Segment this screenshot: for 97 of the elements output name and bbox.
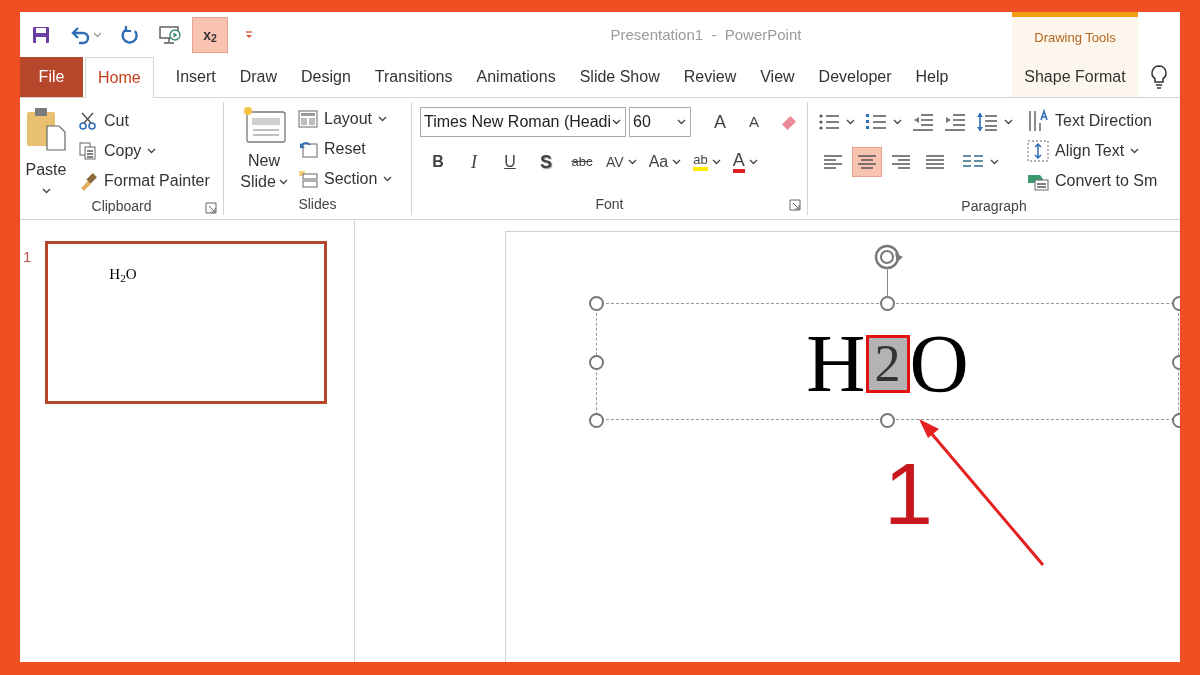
align-text-icon (1027, 140, 1049, 162)
monitor-play-icon (158, 24, 182, 46)
caret-icon (711, 159, 721, 165)
text-direction-button[interactable]: Text Direction (1027, 106, 1158, 136)
rotate-handle-icon[interactable] (872, 243, 904, 296)
ribbon-tab[interactable]: File (20, 57, 83, 97)
bold-button[interactable]: B (424, 147, 452, 177)
grow-button[interactable]: A (706, 107, 734, 137)
group-label: Paragraph (961, 197, 1027, 216)
italic-button[interactable]: I (460, 147, 488, 177)
underline-button[interactable]: U (496, 147, 524, 177)
align-text-button[interactable]: Align Text (1027, 136, 1158, 166)
caret-icon (677, 119, 686, 125)
caret-icon (627, 159, 637, 165)
align-left-icon (823, 154, 843, 170)
layout-button[interactable]: Layout (298, 104, 393, 134)
format-painter-button[interactable]: Format Painter (78, 166, 210, 196)
ribbon-tab[interactable]: Transitions (364, 57, 463, 97)
caret-icon (1004, 119, 1013, 125)
section-icon (298, 170, 318, 188)
scissors-icon (78, 111, 98, 131)
ribbon-tab[interactable]: Help (905, 57, 959, 97)
caret-icon (278, 178, 288, 185)
resize-handle[interactable] (880, 296, 895, 311)
slide-number: 1 (22, 247, 32, 267)
caret-icon (748, 159, 758, 165)
copy-button[interactable]: Copy (78, 136, 210, 166)
subscript-character: 2 (865, 334, 910, 393)
spacing-button[interactable]: AV (604, 147, 639, 177)
customize-icon (244, 30, 254, 40)
window-title: Presentation1 - PowerPoint (610, 24, 803, 45)
caret-icon (41, 188, 51, 194)
font-name-dropdown[interactable]: Times New Roman (Headi (420, 107, 626, 137)
numbered-list-icon (865, 112, 887, 132)
align-center-button[interactable] (852, 147, 882, 177)
ribbon-tab[interactable]: View (750, 57, 805, 97)
caret-icon (93, 32, 102, 38)
subscript-button[interactable]: x$_{2}$ (192, 17, 228, 53)
outdent-icon (912, 112, 934, 132)
paste-button[interactable]: Paste (24, 106, 68, 196)
convert-smartart-button[interactable]: Convert to Sm (1027, 166, 1158, 196)
ribbon-tab[interactable]: Slide Show (569, 57, 670, 97)
group-label: Font (595, 194, 624, 214)
align-center-icon (857, 154, 877, 170)
redo-icon (120, 25, 140, 45)
dialog-launcher-icon[interactable] (205, 202, 217, 214)
caret-icon (893, 119, 902, 125)
ribbon-tab[interactable]: Developer (808, 57, 902, 97)
undo-icon (69, 25, 91, 45)
ribbon-tab[interactable]: Home (85, 57, 154, 98)
resize-handle[interactable] (589, 296, 604, 311)
align-right-icon (891, 154, 911, 170)
resize-handle[interactable] (589, 413, 604, 428)
step-number: 1 (884, 450, 933, 538)
copy-icon (78, 141, 98, 161)
ribbon-tab[interactable]: Design (291, 57, 361, 97)
new-slide-button[interactable]: New Slide (238, 104, 290, 194)
bullet-list-icon (818, 112, 840, 132)
slide-text: O (909, 322, 969, 405)
shadow-button[interactable]: S (532, 147, 560, 177)
layout-icon (298, 110, 318, 128)
ribbon-tab[interactable]: Draw (229, 57, 288, 97)
shrink-button[interactable]: A (740, 107, 768, 137)
ribbon-tab[interactable]: Shape Format (1012, 57, 1138, 97)
line-spacing-icon (976, 112, 998, 132)
caret-icon (672, 159, 682, 165)
caret-icon (990, 159, 999, 165)
caret-icon (612, 119, 621, 125)
slide-text: H (806, 322, 866, 405)
new-slide-icon (241, 104, 287, 144)
group-label: Slides (298, 195, 337, 214)
resize-handle[interactable] (589, 355, 604, 370)
justify-icon (925, 154, 945, 170)
save-icon (31, 25, 51, 45)
thumbnail-text: H$_{2}$O (109, 266, 137, 282)
contextual-group-title: Drawing Tools (1034, 28, 1116, 47)
ribbon-tab[interactable]: Review (673, 57, 747, 97)
strikethrough-button[interactable]: abc (568, 147, 596, 177)
dialog-launcher-icon[interactable] (789, 199, 801, 211)
text-direction-icon (1027, 109, 1049, 133)
ribbon-tab[interactable]: Animations (466, 57, 566, 97)
font-size-dropdown[interactable]: 60 (629, 107, 691, 137)
slide-thumbnail[interactable]: H$_{2}$O (45, 241, 328, 404)
section-button[interactable]: Section (298, 164, 393, 194)
cut-button[interactable]: Cut (78, 106, 210, 136)
group-label: Clipboard (91, 197, 152, 216)
reset-button[interactable]: Reset (298, 134, 393, 164)
case-button[interactable]: Aa (646, 147, 684, 177)
clipboard-icon (25, 106, 67, 152)
indent-icon (944, 112, 966, 132)
caret-icon (846, 119, 855, 125)
resize-handle[interactable] (880, 413, 895, 428)
ribbon-tab[interactable]: Insert (165, 57, 226, 97)
reset-icon (298, 140, 318, 158)
lightbulb-icon (1149, 64, 1169, 90)
highlight-button[interactable]: ab (691, 147, 723, 177)
font-color-button[interactable]: A (730, 147, 760, 177)
